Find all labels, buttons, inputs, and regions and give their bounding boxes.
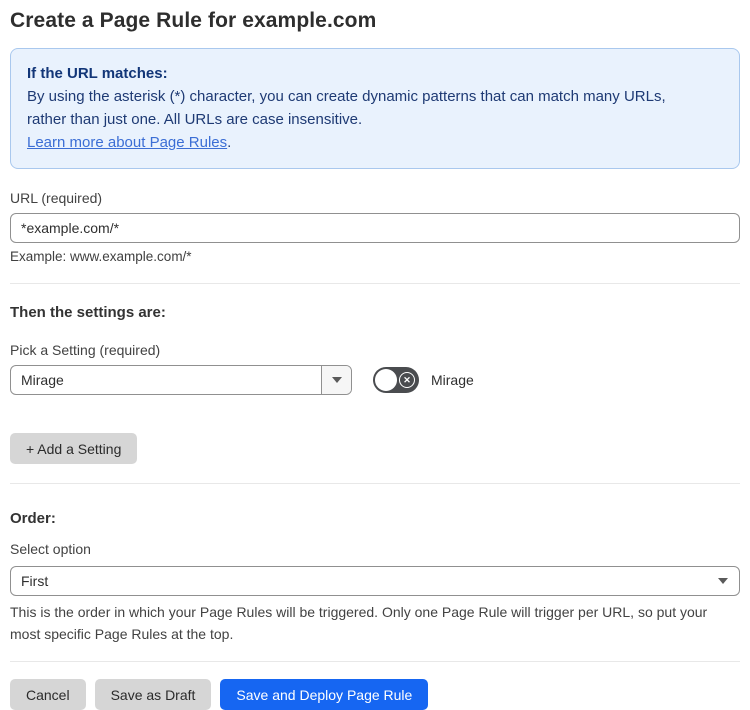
pick-setting-label: Pick a Setting (required) xyxy=(10,342,161,358)
url-input[interactable] xyxy=(10,213,740,243)
url-match-info-box: If the URL matches: By using the asteris… xyxy=(10,48,740,169)
order-section-heading: Order: xyxy=(10,510,56,527)
chevron-down-icon xyxy=(331,377,342,383)
page-rule-form: Create a Page Rule for example.com If th… xyxy=(0,0,750,710)
setting-select[interactable]: Mirage xyxy=(10,365,352,395)
toggle-knob xyxy=(375,369,397,391)
url-example-text: Example: www.example.com/* xyxy=(10,249,192,264)
add-setting-button[interactable]: + Add a Setting xyxy=(10,433,138,464)
setting-select-value: Mirage xyxy=(21,372,64,388)
learn-more-link[interactable]: Learn more about Page Rules xyxy=(27,134,227,151)
order-select-arrow xyxy=(707,567,739,595)
page-title: Create a Page Rule for example.com xyxy=(10,9,377,32)
info-box-text: By using the asterisk (*) character, you… xyxy=(27,88,666,128)
chevron-down-icon xyxy=(718,578,728,584)
mirage-toggle[interactable]: ✕ xyxy=(373,367,419,393)
divider xyxy=(10,283,740,284)
toggle-label: Mirage xyxy=(431,372,474,388)
order-select-value: First xyxy=(21,573,49,589)
order-select-label: Select option xyxy=(10,541,91,557)
link-period: . xyxy=(227,134,232,151)
info-box-body: By using the asterisk (*) character, you… xyxy=(27,85,707,131)
settings-section-heading: Then the settings are: xyxy=(10,304,166,321)
divider xyxy=(10,483,740,484)
divider xyxy=(10,661,740,662)
order-select[interactable]: First xyxy=(10,566,740,596)
setting-row: Mirage ✕ Mirage xyxy=(10,365,740,395)
info-box-heading: If the URL matches: xyxy=(27,65,168,82)
url-field-label: URL (required) xyxy=(10,190,103,206)
toggle-off-x-icon: ✕ xyxy=(399,372,415,388)
order-help-text: This is the order in which your Page Rul… xyxy=(10,604,708,642)
setting-select-arrow-button[interactable] xyxy=(321,366,351,394)
info-box-link-line: Learn more about Page Rules. xyxy=(27,131,723,154)
